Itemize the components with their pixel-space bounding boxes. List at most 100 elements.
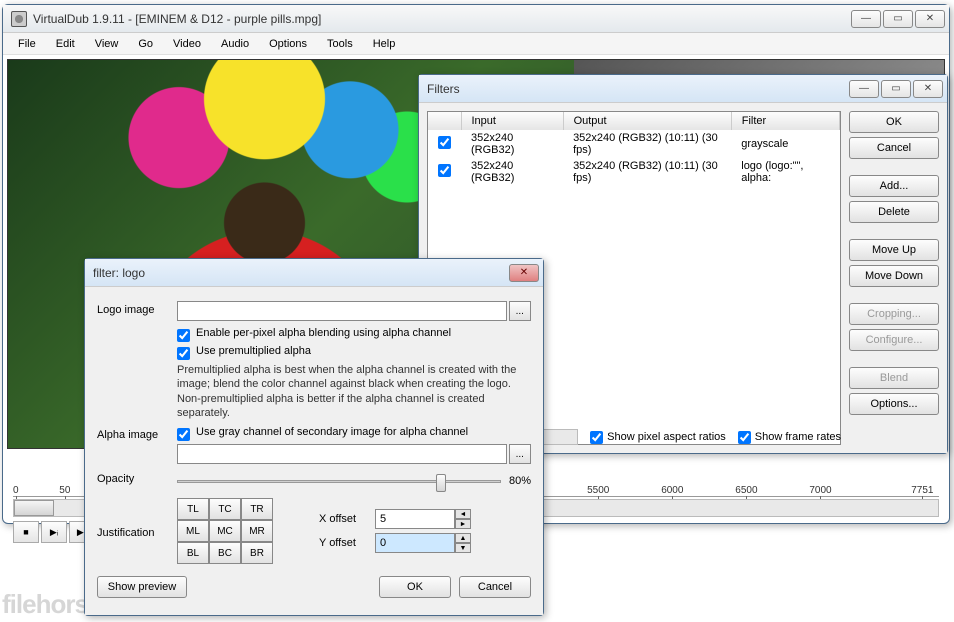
row-checkbox[interactable] — [438, 164, 451, 177]
show-preview-button[interactable]: Show preview — [97, 576, 187, 598]
filters-maximize-button[interactable]: ▭ — [881, 80, 911, 98]
table-row[interactable]: 352x240 (RGB32) 352x240 (RGB32) (10:11) … — [428, 158, 840, 186]
col-input[interactable]: Input — [461, 112, 563, 130]
yoffset-up[interactable]: ▲ — [455, 533, 471, 543]
filters-titlebar: Filters — ▭ ✕ — [419, 75, 947, 103]
logo-title: filter: logo — [93, 266, 509, 280]
just-mc[interactable]: MC — [209, 520, 241, 542]
tick: 50 — [59, 485, 70, 496]
cell-filter: logo (logo:"", alpha: — [731, 158, 839, 186]
enable-alpha-option[interactable]: Enable per-pixel alpha blending using al… — [177, 327, 531, 342]
scrollbar-thumb[interactable] — [14, 500, 54, 516]
cell-output: 352x240 (RGB32) (10:11) (30 fps) — [563, 158, 731, 186]
stop-button[interactable]: ■ — [13, 521, 39, 543]
opacity-label: Opacity — [97, 470, 169, 485]
menu-tools[interactable]: Tools — [318, 35, 362, 53]
logo-close-button[interactable]: ✕ — [509, 264, 539, 282]
menu-file[interactable]: File — [9, 35, 45, 53]
logo-filter-dialog: filter: logo ✕ Logo image ... Enable per… — [84, 258, 544, 616]
just-bl[interactable]: BL — [177, 542, 209, 564]
main-title: VirtualDub 1.9.11 - [EMINEM & D12 - purp… — [11, 11, 851, 27]
logo-ok-button[interactable]: OK — [379, 576, 451, 598]
ok-button[interactable]: OK — [849, 111, 939, 133]
main-titlebar: VirtualDub 1.9.11 - [EMINEM & D12 - purp… — [3, 5, 949, 33]
just-bc[interactable]: BC — [209, 542, 241, 564]
col-check[interactable] — [428, 112, 461, 130]
show-aspect-checkbox[interactable] — [590, 431, 603, 444]
cell-output: 352x240 (RGB32) (10:11) (30 fps) — [563, 130, 731, 158]
premult-option[interactable]: Use premultiplied alpha — [177, 345, 531, 360]
add-button[interactable]: Add... — [849, 175, 939, 197]
logo-image-browse-button[interactable]: ... — [509, 301, 531, 321]
enable-alpha-checkbox[interactable] — [177, 329, 190, 342]
opacity-value: 80% — [509, 475, 531, 487]
play-input-button[interactable]: ▶ᵢ — [41, 521, 67, 543]
menu-options[interactable]: Options — [260, 35, 316, 53]
delete-button[interactable]: Delete — [849, 201, 939, 223]
show-aspect-option[interactable]: Show pixel aspect ratios — [590, 431, 726, 444]
use-gray-option[interactable]: Use gray channel of secondary image for … — [177, 426, 531, 441]
yoffset-down[interactable]: ▼ — [455, 543, 471, 553]
cancel-button[interactable]: Cancel — [849, 137, 939, 159]
cropping-button: Cropping... — [849, 303, 939, 325]
yoffset-input[interactable] — [375, 533, 455, 553]
show-fps-option[interactable]: Show frame rates — [738, 431, 841, 444]
yoffset-label: Y offset — [319, 537, 369, 549]
options-button[interactable]: Options... — [849, 393, 939, 415]
tick: 7000 — [809, 485, 831, 496]
logo-titlebar: filter: logo ✕ — [85, 259, 543, 287]
logo-image-input[interactable] — [177, 301, 507, 321]
just-tr[interactable]: TR — [241, 498, 273, 520]
filters-title: Filters — [427, 82, 849, 96]
menu-audio[interactable]: Audio — [212, 35, 258, 53]
just-tc[interactable]: TC — [209, 498, 241, 520]
cell-input: 352x240 (RGB32) — [461, 158, 563, 186]
menu-edit[interactable]: Edit — [47, 35, 84, 53]
slider-knob[interactable] — [436, 474, 446, 492]
moveup-button[interactable]: Move Up — [849, 239, 939, 261]
table-row[interactable]: 352x240 (RGB32) 352x240 (RGB32) (10:11) … — [428, 130, 840, 158]
menu-go[interactable]: Go — [129, 35, 162, 53]
just-br[interactable]: BR — [241, 542, 273, 564]
xoffset-label: X offset — [319, 513, 369, 525]
xoffset-down[interactable]: ► — [455, 519, 471, 529]
alpha-image-browse-button[interactable]: ... — [509, 444, 531, 464]
tick: 6500 — [735, 485, 757, 496]
app-icon — [11, 11, 27, 27]
menu-video[interactable]: Video — [164, 35, 210, 53]
blend-button: Blend — [849, 367, 939, 389]
row-checkbox[interactable] — [438, 136, 451, 149]
justification-grid: TL TC TR ML MC MR BL BC BR — [177, 498, 273, 564]
xoffset-up[interactable]: ◄ — [455, 509, 471, 519]
tick: 7751 — [911, 485, 933, 496]
tick: 5500 — [587, 485, 609, 496]
just-mr[interactable]: MR — [241, 520, 273, 542]
tick: 6000 — [661, 485, 683, 496]
menu-view[interactable]: View — [86, 35, 128, 53]
movedown-button[interactable]: Move Down — [849, 265, 939, 287]
opacity-slider[interactable] — [177, 470, 501, 492]
main-title-text: VirtualDub 1.9.11 - [EMINEM & D12 - purp… — [33, 12, 321, 26]
filters-minimize-button[interactable]: — — [849, 80, 879, 98]
main-minimize-button[interactable]: — — [851, 10, 881, 28]
use-gray-checkbox[interactable] — [177, 428, 190, 441]
configure-button: Configure... — [849, 329, 939, 351]
premult-checkbox[interactable] — [177, 347, 190, 360]
main-close-button[interactable]: ✕ — [915, 10, 945, 28]
filters-close-button[interactable]: ✕ — [913, 80, 943, 98]
xoffset-input[interactable] — [375, 509, 455, 529]
show-fps-checkbox[interactable] — [738, 431, 751, 444]
cell-filter: grayscale — [731, 130, 839, 158]
premult-desc: Premultiplied alpha is best when the alp… — [177, 363, 531, 420]
col-output[interactable]: Output — [563, 112, 731, 130]
logo-cancel-button[interactable]: Cancel — [459, 576, 531, 598]
just-ml[interactable]: ML — [177, 520, 209, 542]
main-maximize-button[interactable]: ▭ — [883, 10, 913, 28]
justification-label: Justification — [97, 524, 169, 539]
just-tl[interactable]: TL — [177, 498, 209, 520]
tick: 0 — [13, 485, 19, 496]
alpha-image-input[interactable] — [177, 444, 507, 464]
menu-help[interactable]: Help — [364, 35, 405, 53]
col-filter[interactable]: Filter — [731, 112, 839, 130]
cell-input: 352x240 (RGB32) — [461, 130, 563, 158]
